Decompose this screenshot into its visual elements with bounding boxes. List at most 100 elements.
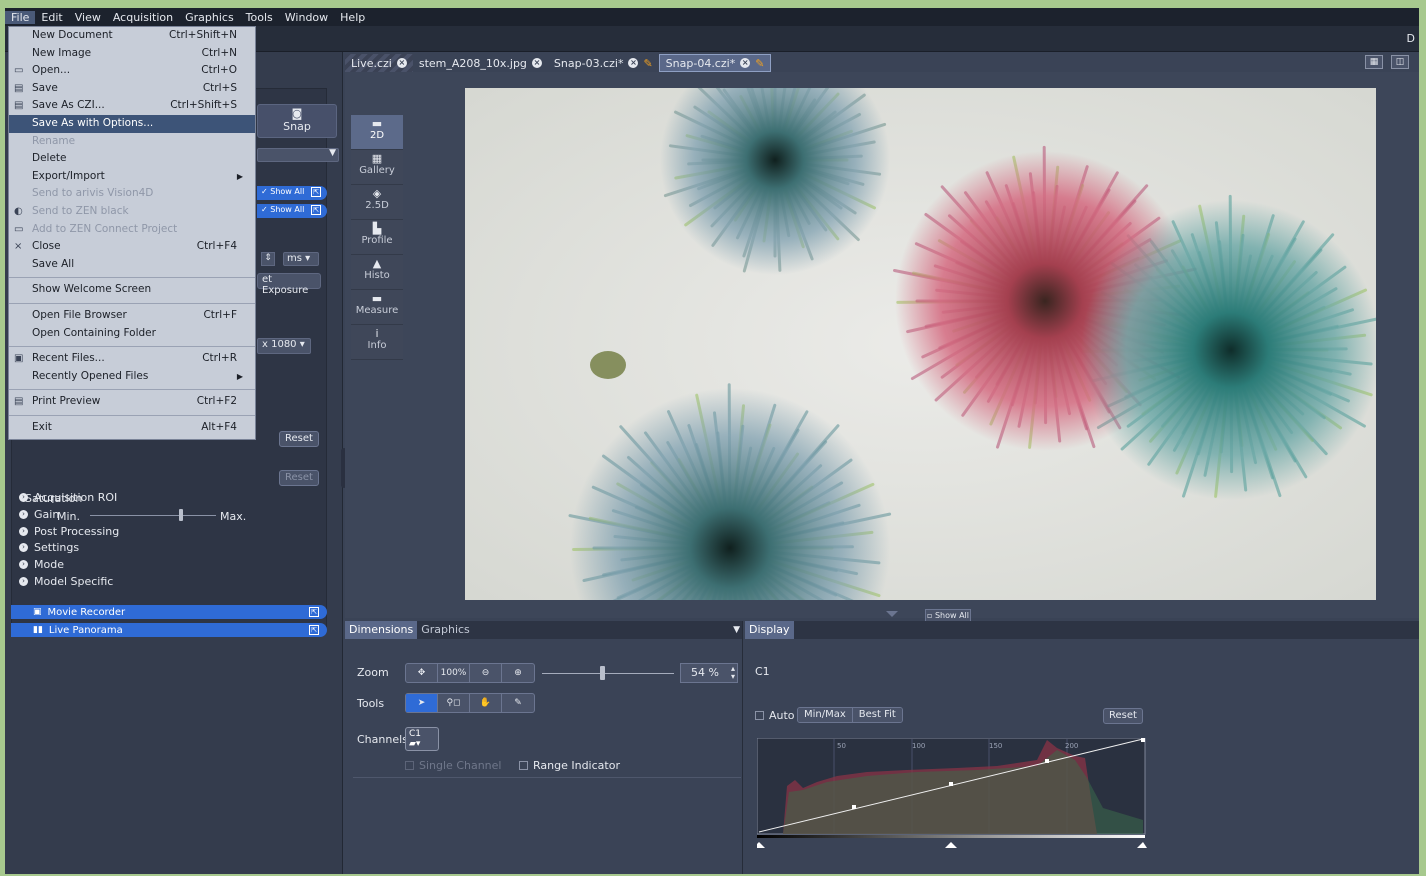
- file-menu-item-save-all[interactable]: Save All: [9, 256, 255, 274]
- microscopy-image[interactable]: [465, 88, 1376, 600]
- reset-button[interactable]: Reset: [279, 431, 319, 447]
- menu-edit[interactable]: Edit: [35, 11, 68, 24]
- range-indicator-checkbox[interactable]: Range Indicator: [519, 759, 620, 772]
- section-acquisition-roi[interactable]: › Acquisition ROI: [19, 491, 117, 504]
- tool-live-panorama[interactable]: ▮▮ Live Panorama ⇱: [11, 623, 327, 637]
- view-tab-2d[interactable]: ▬ 2D: [351, 115, 403, 150]
- close-icon[interactable]: ×: [531, 58, 542, 68]
- pen-icon[interactable]: ✎: [502, 694, 534, 712]
- resolution-select[interactable]: x 1080 ▾: [257, 338, 311, 354]
- menu-shortcut: Ctrl+F4: [196, 240, 237, 253]
- section-gain[interactable]: › Gain: [19, 508, 59, 521]
- external-window-icon[interactable]: ⇱: [311, 187, 321, 197]
- file-menu-item-export-import[interactable]: Export/Import ▶: [9, 168, 255, 186]
- tab-display[interactable]: Display: [745, 621, 794, 639]
- tool-movie-recorder[interactable]: ▣ Movie Recorder ⇱: [11, 605, 327, 619]
- saturation-reset-button[interactable]: Reset: [279, 470, 319, 486]
- curve-point[interactable]: [1141, 738, 1145, 742]
- collapse-arrow-icon[interactable]: [886, 611, 898, 617]
- file-menu-item-recently-opened-files[interactable]: Recently Opened Files ▶: [9, 368, 255, 386]
- external-window-icon[interactable]: ⇱: [309, 607, 319, 617]
- file-menu-item-open[interactable]: ▭ Open... Ctrl+O: [9, 62, 255, 80]
- file-menu-item-print-preview[interactable]: ▤ Print Preview Ctrl+F2: [9, 393, 255, 411]
- section-settings[interactable]: › Settings: [19, 541, 79, 554]
- exposure-unit-select[interactable]: ms ▾: [283, 252, 319, 266]
- camera-dropdown[interactable]: ▼: [257, 148, 339, 162]
- exposure-spinner[interactable]: ⇕: [261, 252, 275, 266]
- tab-graphics[interactable]: Graphics: [417, 621, 474, 639]
- external-window-icon[interactable]: ⇱: [309, 625, 319, 635]
- fit-icon[interactable]: ✥: [406, 664, 438, 682]
- auto-checkbox[interactable]: Auto: [755, 709, 795, 722]
- show-all-toggle-2[interactable]: ✓ Show All ⇱: [257, 204, 327, 218]
- gamma-handle[interactable]: [945, 842, 957, 848]
- bestfit-button[interactable]: Best Fit: [852, 708, 902, 722]
- menu-file[interactable]: File: [5, 10, 36, 24]
- file-menu-item-new-document[interactable]: New Document Ctrl+Shift+N: [9, 27, 255, 45]
- pan-hand-icon[interactable]: ✋: [470, 694, 502, 712]
- view-tab-gallery[interactable]: ▦ Gallery: [351, 150, 403, 185]
- file-menu-item-new-image[interactable]: New Image Ctrl+N: [9, 45, 255, 63]
- zoom-100-button[interactable]: 100%: [438, 664, 470, 682]
- white-point-handle[interactable]: [1137, 842, 1147, 848]
- curve-point[interactable]: [1045, 759, 1049, 763]
- zoom-slider-thumb[interactable]: [600, 666, 605, 680]
- menu-window[interactable]: Window: [279, 11, 334, 24]
- view-tab-measure[interactable]: ▬ Measure: [351, 290, 403, 325]
- display-reset-button[interactable]: Reset: [1103, 708, 1143, 724]
- minmax-button[interactable]: Min/Max: [798, 708, 853, 722]
- external-window-icon[interactable]: ⇱: [311, 205, 321, 215]
- grid-layout-icon[interactable]: ▦: [1365, 55, 1383, 69]
- saturation-slider-track[interactable]: [90, 515, 216, 516]
- pointer-icon[interactable]: ➤: [406, 694, 438, 712]
- file-menu-item-open-containing-folder[interactable]: Open Containing Folder: [9, 325, 255, 343]
- section-post-processing[interactable]: › Post Processing: [19, 525, 119, 538]
- file-menu-item-show-welcome-screen[interactable]: Show Welcome Screen: [9, 281, 255, 299]
- show-all-toggle-1[interactable]: ✓ Show All ⇱: [257, 186, 327, 200]
- set-exposure-button[interactable]: et Exposure: [257, 273, 321, 296]
- spin-icon[interactable]: ▴ ▾: [731, 665, 735, 681]
- zoom-value-input[interactable]: 54 % ▴ ▾: [680, 663, 738, 683]
- tab-stem-jpg[interactable]: stem_A208_10x.jpg ×: [413, 54, 548, 72]
- saturation-slider-thumb[interactable]: [179, 509, 183, 521]
- histogram[interactable]: 50 100 150 200: [753, 737, 1147, 848]
- curve-point[interactable]: [949, 782, 953, 786]
- menu-acquisition[interactable]: Acquisition: [107, 11, 179, 24]
- view-tab-profile[interactable]: ▙ Profile: [351, 220, 403, 255]
- zoom-in-icon[interactable]: ⊕: [502, 664, 534, 682]
- black-point-handle[interactable]: [753, 842, 765, 848]
- close-icon[interactable]: ×: [740, 58, 751, 68]
- channel-c1-button[interactable]: C1 ▰▾: [405, 727, 439, 751]
- view-tab-25d[interactable]: ◈ 2.5D: [351, 185, 403, 220]
- single-channel-checkbox[interactable]: Single Channel: [405, 759, 501, 772]
- file-menu-item-delete[interactable]: Delete: [9, 150, 255, 168]
- file-menu-item-save-as-czi[interactable]: ▤ Save As CZI... Ctrl+Shift+S: [9, 97, 255, 115]
- tab-snap-03[interactable]: Snap-03.czi* × ✎: [548, 54, 659, 72]
- tab-dimensions[interactable]: Dimensions: [345, 621, 418, 639]
- snap-button[interactable]: ◙ Snap: [257, 104, 337, 138]
- file-menu-item-save-as-with-options[interactable]: Save As with Options...: [9, 114, 255, 133]
- menu-view[interactable]: View: [69, 11, 107, 24]
- menu-tools[interactable]: Tools: [240, 11, 279, 24]
- section-mode[interactable]: › Mode: [19, 558, 64, 571]
- zoom-region-icon[interactable]: ⚲◻: [438, 694, 470, 712]
- curve-point[interactable]: [852, 805, 856, 809]
- tab-live-czi[interactable]: Live.czi ×: [345, 54, 413, 72]
- zoom-out-icon[interactable]: ⊖: [470, 664, 502, 682]
- tab-snap-04[interactable]: Snap-04.czi* × ✎: [658, 54, 772, 72]
- menu-help[interactable]: Help: [334, 11, 371, 24]
- close-icon[interactable]: ×: [628, 58, 639, 68]
- zoom-slider-track[interactable]: [542, 673, 674, 674]
- file-menu-item-recent-files[interactable]: ▣ Recent Files... Ctrl+R: [9, 350, 255, 368]
- file-menu-item-close[interactable]: × Close Ctrl+F4: [9, 238, 255, 256]
- view-tab-info[interactable]: i Info: [351, 325, 403, 360]
- file-menu-item-exit[interactable]: Exit Alt+F4: [9, 419, 255, 437]
- section-model-specific[interactable]: › Model Specific: [19, 575, 113, 588]
- chevron-down-icon[interactable]: ▼: [733, 625, 740, 635]
- view-tab-histo[interactable]: ▲ Histo: [351, 255, 403, 290]
- file-menu-item-open-file-browser[interactable]: Open File Browser Ctrl+F: [9, 307, 255, 325]
- file-menu-item-save[interactable]: ▤ Save Ctrl+S: [9, 80, 255, 98]
- menu-graphics[interactable]: Graphics: [179, 11, 240, 24]
- split-layout-icon[interactable]: ◫: [1391, 55, 1409, 69]
- close-icon[interactable]: ×: [396, 58, 407, 68]
